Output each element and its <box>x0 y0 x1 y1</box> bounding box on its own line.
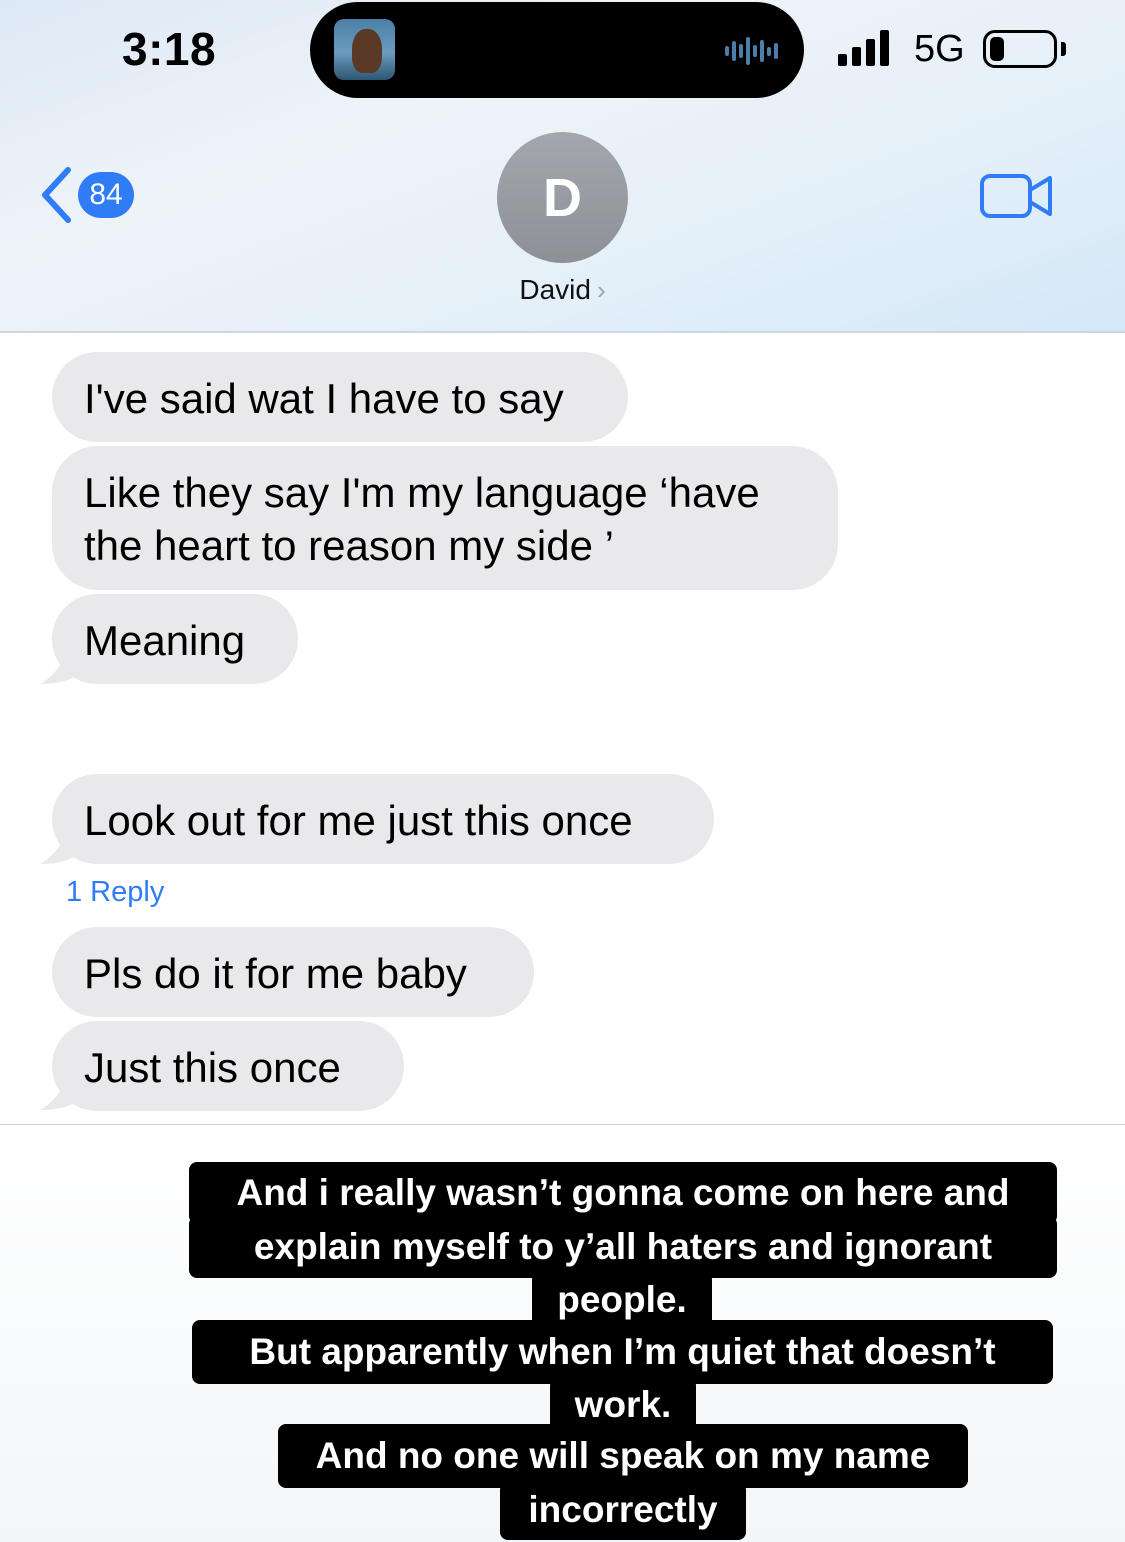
waveform-icon <box>725 36 778 66</box>
back-button[interactable]: 84 <box>40 166 134 224</box>
message-text: Like they say I'm my language ‘have the … <box>84 469 760 569</box>
message-bubble[interactable]: I've said wat I have to say <box>52 352 628 442</box>
unread-count-badge: 84 <box>78 172 134 218</box>
caption-line: And i really wasn’t gonna come on here a… <box>189 1162 1057 1224</box>
video-camera-icon[interactable] <box>980 172 1054 220</box>
caption-line: But apparently when I’m quiet that doesn… <box>192 1320 1053 1384</box>
cellular-signal-icon <box>838 30 889 66</box>
album-art-thumbnail-icon <box>334 19 395 80</box>
caption-line: incorrectly <box>500 1482 746 1540</box>
chevron-left-icon <box>42 167 71 223</box>
dynamic-island[interactable] <box>310 2 804 98</box>
battery-icon <box>983 30 1057 68</box>
contact-name-button[interactable]: David › <box>0 274 1125 306</box>
message-bubble[interactable]: Meaning <box>52 594 298 684</box>
network-type: 5G <box>914 28 965 70</box>
message-bubble[interactable]: Pls do it for me baby <box>52 927 534 1017</box>
message-bubble[interactable]: Just this once <box>52 1021 404 1111</box>
avatar[interactable]: D <box>497 132 628 263</box>
caption-line: explain myself to y’all haters and ignor… <box>189 1216 1057 1278</box>
message-text: Meaning <box>84 617 246 664</box>
thread-reply-link[interactable]: 1 Reply <box>66 876 164 909</box>
contact-name: David <box>519 274 591 305</box>
message-text: Just this once <box>84 1044 341 1091</box>
message-bubble[interactable]: Like they say I'm my language ‘have the … <box>52 446 838 590</box>
chevron-right-icon: › <box>596 275 606 305</box>
message-text: Pls do it for me baby <box>84 950 467 997</box>
message-text: Look out for me just this once <box>84 797 633 844</box>
message-bubble[interactable]: Look out for me just this once <box>52 774 714 864</box>
caption-line: And no one will speak on my name <box>278 1424 968 1488</box>
conversation-header: 3:18 5G 84 D David › <box>0 0 1125 333</box>
status-time: 3:18 <box>122 23 217 75</box>
message-text: I've said wat I have to say <box>84 375 564 422</box>
battery-nub <box>1061 42 1066 56</box>
battery-level <box>990 37 1005 61</box>
